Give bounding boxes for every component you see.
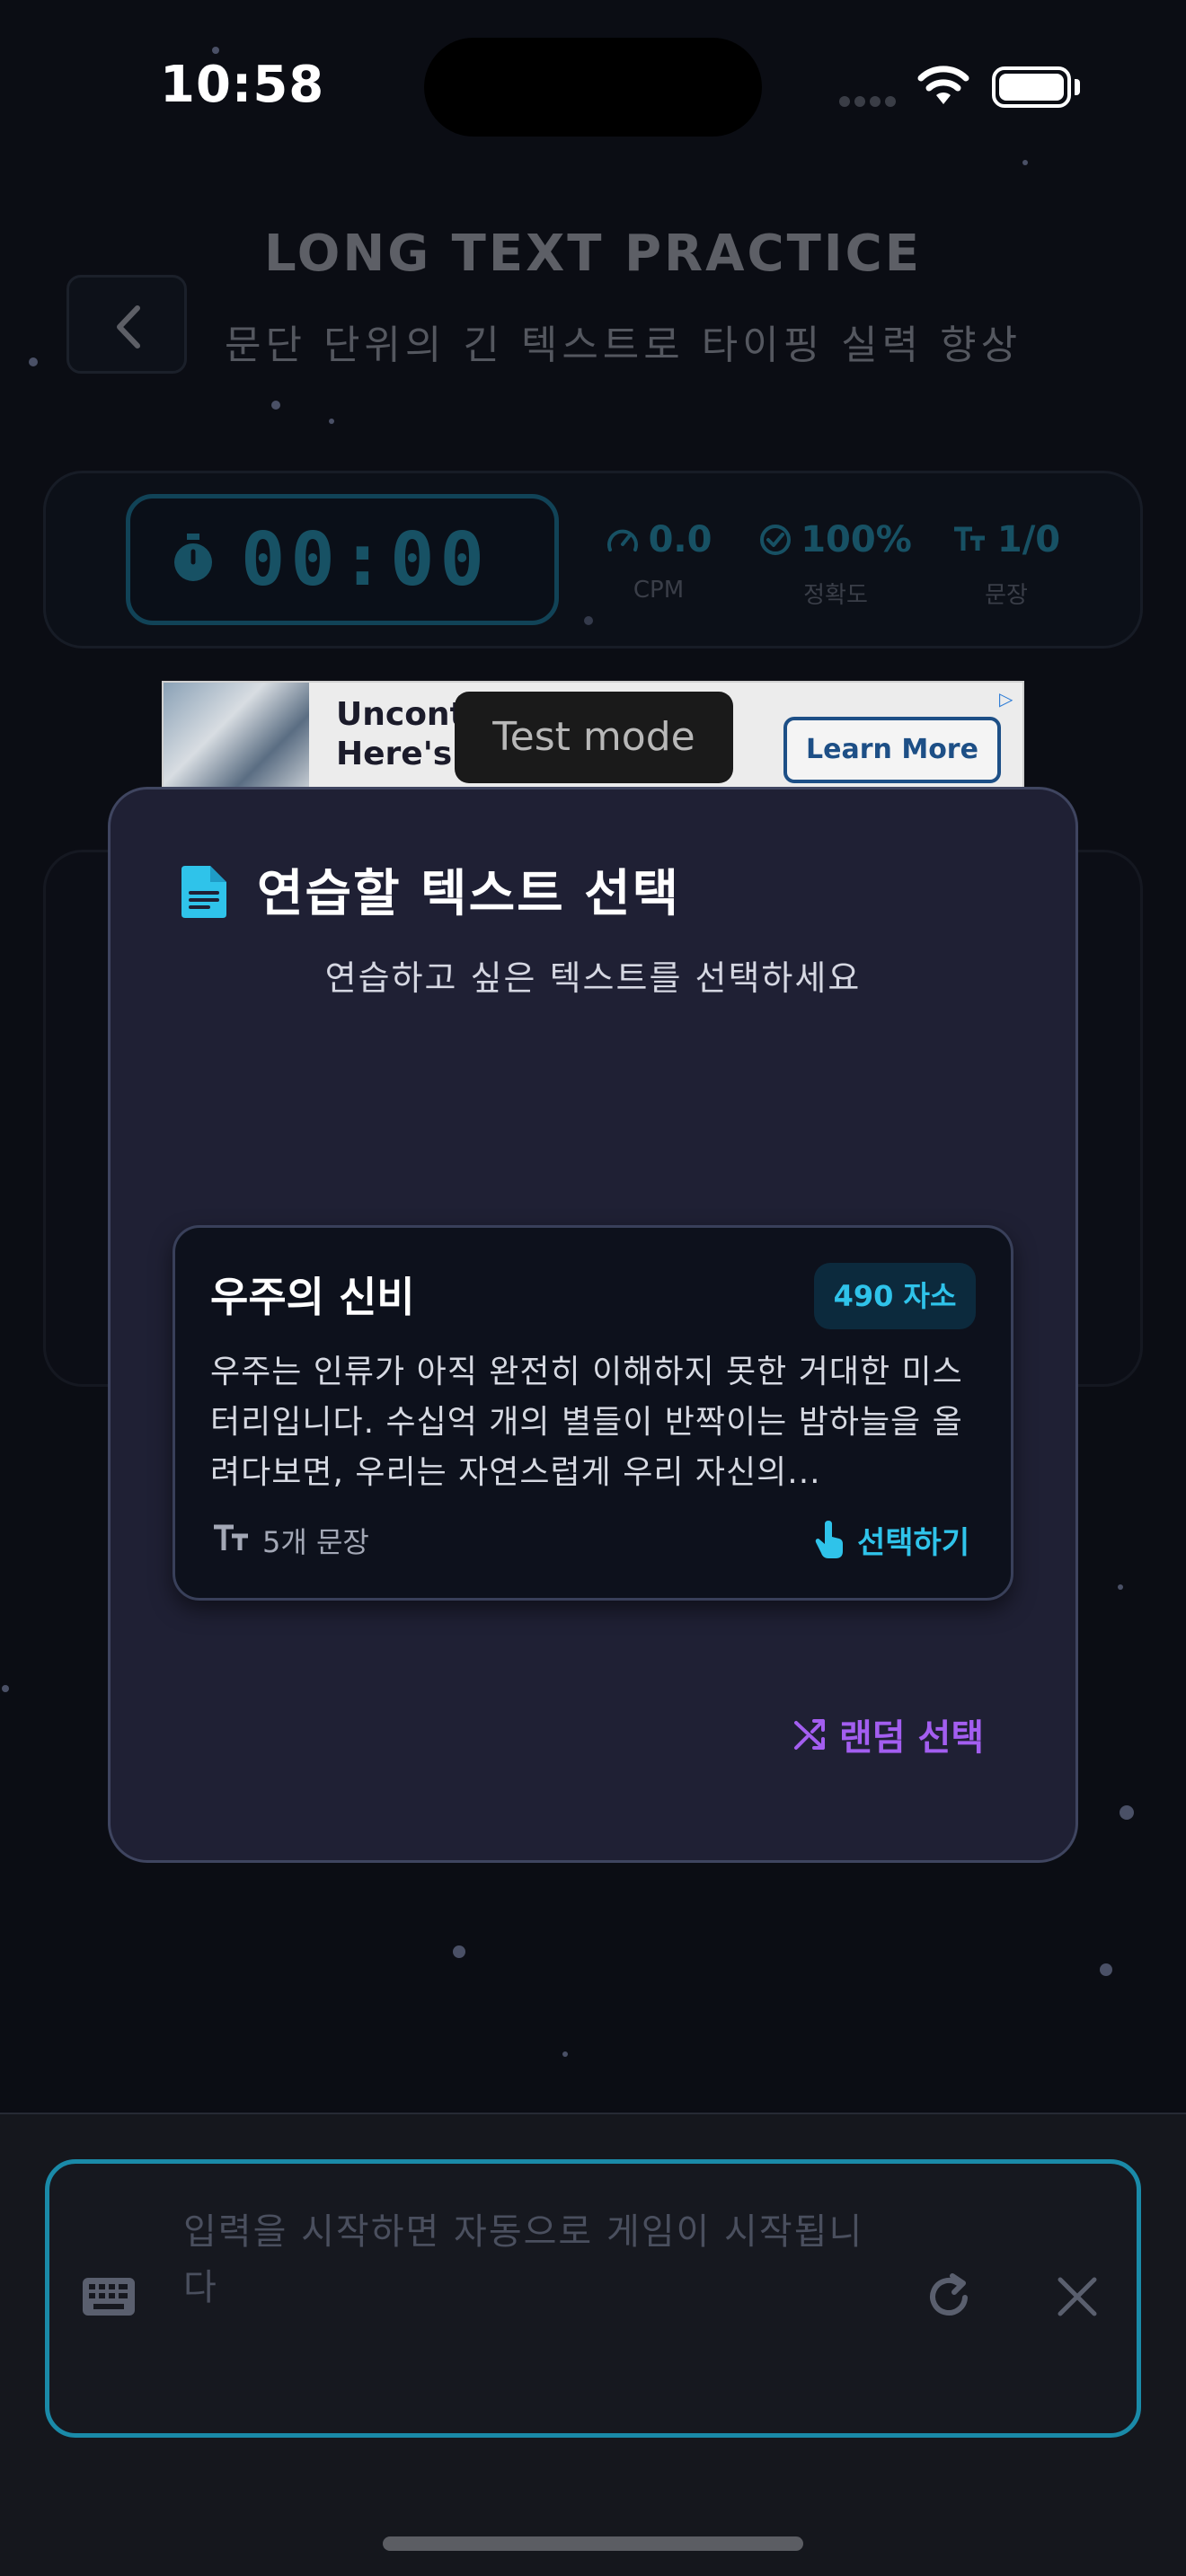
battery-tip [1075, 79, 1080, 95]
cpm-stat: 0.0 CPM [600, 519, 717, 604]
star [212, 47, 219, 54]
page-subtitle: 문단 단위의 긴 텍스트로 타이핑 실력 향상 [225, 322, 1022, 368]
timer-value: 00:00 [241, 517, 490, 603]
select-text-label: 선택하기 [857, 1525, 970, 1561]
ad-image [164, 683, 309, 787]
ad-learn-more-button[interactable]: Learn More [783, 717, 1001, 783]
ad-choices-icon[interactable]: ▷ [999, 688, 1021, 710]
wifi-icon [916, 63, 970, 108]
sentence-stat: 1/0 문장 [943, 519, 1069, 610]
select-text-button[interactable]: 선택하기 [814, 1518, 969, 1562]
tap-icon [815, 1520, 843, 1558]
random-select-label: 랜덤 선택 [839, 1717, 985, 1759]
battery-icon [992, 66, 1071, 108]
accuracy-stat: 100% 정확도 [755, 519, 916, 610]
card-title: 우주의 신비 [210, 1273, 415, 1321]
star [1118, 1584, 1123, 1590]
status-time: 10:58 [160, 56, 325, 114]
back-button[interactable] [66, 275, 187, 374]
sentence-value: 1/0 [996, 519, 1061, 560]
text-size-icon [212, 1523, 252, 1557]
gauge-icon [606, 529, 638, 551]
home-indicator [383, 2536, 803, 2551]
accuracy-value: 100% [801, 519, 912, 560]
reload-icon[interactable] [925, 2272, 972, 2325]
star [1120, 1805, 1134, 1820]
star [329, 419, 334, 424]
random-select-button[interactable]: 랜덤 선택 [792, 1708, 984, 1760]
card-preview: 우주는 인류가 아직 완전히 이해하지 못한 거대한 미스터리입니다. 수십억 … [210, 1354, 963, 1491]
modal-title: 연습할 텍스트 선택 [257, 865, 681, 923]
star [271, 401, 280, 410]
sentence-label: 문장 [985, 582, 1028, 609]
star [1022, 160, 1028, 165]
timer-icon [171, 534, 216, 587]
document-icon [178, 864, 230, 923]
sentence-count: 5개 문장 [262, 1525, 369, 1559]
check-circle-icon [760, 525, 792, 555]
dynamic-island [424, 38, 762, 137]
cpm-label: CPM [633, 577, 685, 604]
cpm-value: 0.0 [648, 519, 712, 560]
page-title: LONG TEXT PRACTICE [264, 225, 922, 283]
keyboard-icon [81, 2276, 137, 2321]
star [453, 1945, 465, 1958]
close-icon[interactable] [1057, 2276, 1098, 2321]
char-count-badge: 490 자소 [814, 1263, 976, 1329]
modal-subtitle: 연습하고 싶은 텍스트를 선택하세요 [324, 958, 862, 998]
chevron-left-icon [117, 305, 140, 348]
text-size-icon [953, 526, 985, 551]
star [562, 2051, 568, 2057]
star [2, 1685, 9, 1692]
test-mode-label: Test mode [455, 692, 733, 783]
input-placeholder: 입력을 시작하면 자동으로 게임이 시작됩니다 [183, 2211, 864, 2308]
star [29, 357, 38, 366]
cellular-signal-icon [839, 93, 902, 107]
star [1100, 1963, 1112, 1976]
shuffle-icon [794, 1719, 825, 1750]
accuracy-label: 정확도 [803, 582, 868, 609]
